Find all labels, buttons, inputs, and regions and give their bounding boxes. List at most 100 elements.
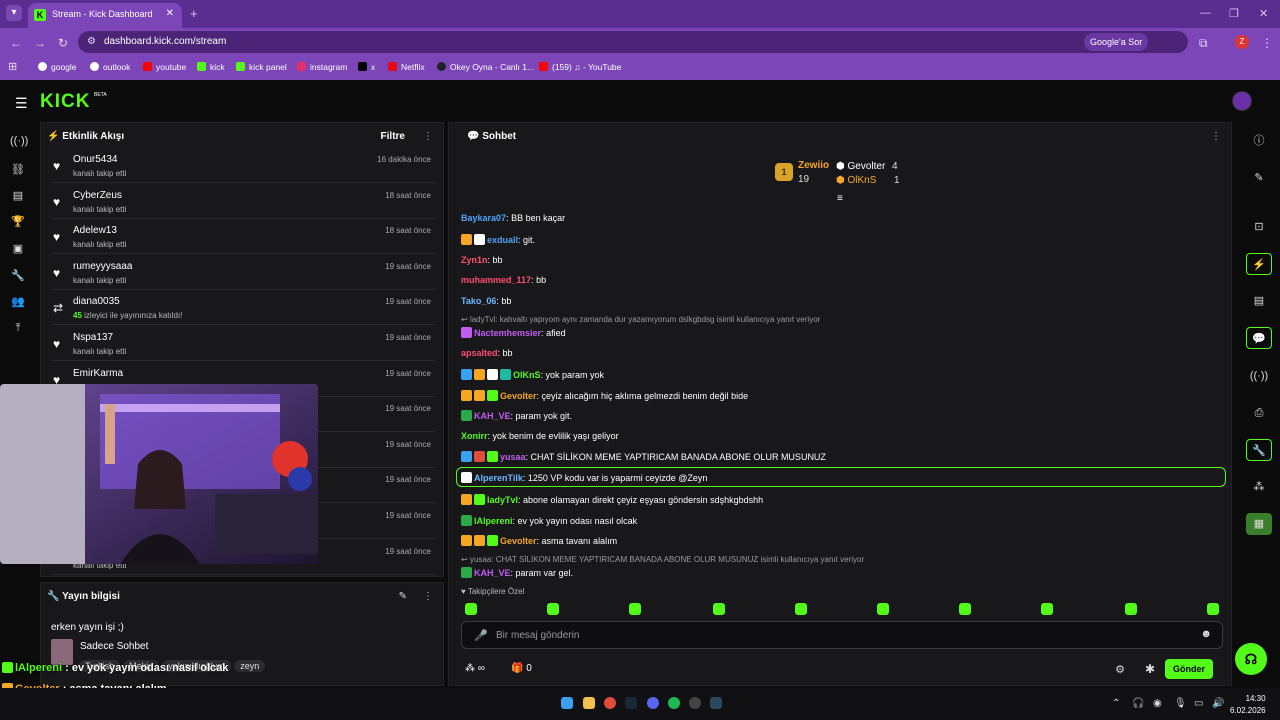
chat-username[interactable]: yusaa [500, 452, 526, 462]
trophy-icon[interactable]: 🏆 [10, 215, 26, 229]
bookmark-okey[interactable]: Okey Oyna - Canlı 1... [437, 62, 534, 72]
chat-message[interactable]: Tako_06: bb [461, 296, 511, 306]
chrome-icon[interactable] [604, 697, 616, 709]
google-sor-button[interactable]: Google'a Sor [1084, 33, 1149, 51]
kick-logo[interactable]: KICK [40, 91, 90, 113]
close-window-button[interactable]: ✕ [1259, 7, 1268, 20]
more-options-icon[interactable]: ⋮ [423, 591, 433, 602]
tab-close-icon[interactable]: ✕ [166, 8, 174, 19]
stream-icon[interactable]: ((·)) [10, 135, 28, 149]
mic-tray-icon[interactable]: 🎙 [1174, 698, 1187, 709]
chat-username[interactable]: apsalted [461, 348, 498, 358]
chat-message[interactable]: OlKnS: yok param yok [461, 369, 604, 380]
forward-icon[interactable]: → [34, 36, 46, 50]
emote-icon[interactable] [1207, 603, 1219, 615]
chat-message[interactable]: KAH_VE: param yok git. [461, 410, 572, 421]
screenshot-icon[interactable]: ⊡ [1246, 216, 1272, 238]
chat-message[interactable]: yusaa: CHAT SİLİKON MEME YAPTIRICAM BANA… [461, 451, 826, 462]
activity-row[interactable]: ♥ Onur5434 kanalı takip etti 16 dakika önce [51, 151, 435, 183]
edit-icon[interactable]: ✎ [399, 591, 407, 602]
extensions-icon[interactable]: ⧉ [1199, 36, 1208, 51]
tray-chevron-icon[interactable]: ⌃ [1112, 698, 1120, 709]
clips-icon[interactable]: ▣ [10, 242, 26, 256]
chat-username[interactable]: muhammed_117 [461, 275, 531, 285]
chat-message[interactable]: Zyn1n: bb [461, 255, 503, 265]
new-tab-button[interactable]: + [190, 6, 198, 21]
chat-message[interactable]: Nactemhemsier: afied [461, 327, 566, 338]
apps-grid-icon[interactable]: ⊞ [8, 60, 17, 73]
pen-icon[interactable]: ✎ [1246, 167, 1272, 189]
more-options-icon[interactable]: ⋮ [423, 131, 433, 142]
activity-row[interactable]: ♥ rumeyyysaaa kanalı takip etti 19 saat önc… [51, 258, 435, 290]
link-icon[interactable]: ⛓ [10, 163, 26, 177]
chat-username[interactable]: Xonirr [461, 431, 488, 441]
chat-username[interactable]: KAH_VE [474, 568, 511, 578]
emote-icon[interactable] [1125, 603, 1137, 615]
filter-button[interactable]: Filtre [381, 131, 405, 142]
chat-message[interactable]: Gevolter: asma tavanı alalım [461, 535, 617, 546]
send-button[interactable]: Gönder [1165, 659, 1213, 679]
clock[interactable]: 14:30 6.02.2026 [1230, 693, 1266, 717]
mod-tools-icon[interactable]: ✱ [1145, 662, 1155, 676]
maximize-button[interactable]: ❐ [1229, 7, 1239, 20]
emote-icon[interactable] [795, 603, 807, 615]
spotify-icon[interactable] [668, 697, 680, 709]
browser-menu-icon[interactable]: ⋮ [1261, 36, 1273, 50]
activity-row[interactable]: ♥ CyberZeus kanalı takip etti 18 saat önce [51, 187, 435, 219]
steam-tray-icon[interactable]: ◉ [1153, 698, 1162, 709]
address-bar[interactable]: ⚙ dashboard.kick.com/stream [78, 31, 1188, 53]
profile-avatar[interactable]: Z [1235, 35, 1249, 49]
chat-username[interactable]: Gevolter [500, 391, 537, 401]
upload-icon[interactable]: ⤒ [10, 322, 26, 336]
browser-tab[interactable]: K Stream - Kick Dashboard ✕ [28, 3, 182, 28]
obs-icon[interactable] [689, 697, 701, 709]
emote-icon[interactable] [547, 603, 559, 615]
chat-message[interactable]: AlperenTilk: 1250 VP kodu var is yaparmi… [461, 472, 707, 483]
printer-icon[interactable]: ⎙ [1246, 402, 1272, 424]
share-icon[interactable]: ⁂ [1246, 476, 1272, 498]
chat-input[interactable] [496, 626, 1176, 644]
channel-points[interactable]: ⁂ ∞ [465, 663, 485, 674]
analytics-icon[interactable]: ▤ [10, 189, 26, 203]
chat-username[interactable]: Zyn1n [461, 255, 488, 265]
chat-username[interactable]: Nactemhemsier [474, 328, 541, 338]
chat-message[interactable]: KAH_VE: param var gel. [461, 567, 573, 578]
wrench-icon[interactable]: 🔧 [10, 269, 26, 283]
bookmark-instagram[interactable]: instagram [297, 62, 347, 72]
info-icon[interactable]: ⓘ [1246, 130, 1272, 152]
minimize-button[interactable]: — [1200, 7, 1211, 19]
users-icon[interactable]: 👥 [10, 295, 26, 309]
tab-search-button[interactable]: ▾ [6, 5, 22, 21]
chat-username[interactable]: Baykara07 [461, 213, 506, 223]
chat-username[interactable]: AlperenTilk [474, 473, 523, 483]
discord-icon[interactable] [647, 697, 659, 709]
tag[interactable]: zeyn [234, 660, 266, 672]
reload-icon[interactable]: ↻ [58, 36, 68, 50]
steam-icon[interactable] [710, 697, 722, 709]
bookmark-kick-panel[interactable]: kick panel [236, 62, 287, 72]
chat-username[interactable]: exduall [487, 235, 518, 245]
chat-message[interactable]: Baykara07: BB ben kaçar [461, 213, 565, 223]
chat-username[interactable]: KAH_VE [474, 411, 511, 421]
help-chat-button[interactable]: ☊ [1235, 643, 1267, 675]
emote-icon[interactable] [877, 603, 889, 615]
document-icon[interactable]: ▤ [1246, 290, 1272, 312]
volume-icon[interactable]: 🔊 [1212, 698, 1224, 709]
chat-icon[interactable]: 💬 [1246, 327, 1272, 349]
network-icon[interactable]: ▭ [1194, 698, 1203, 709]
chat-message[interactable]: Gevolter: çeyiz alıcağım hiç aklıma gelm… [461, 390, 748, 401]
tool-icon[interactable]: 🔧 [1246, 439, 1272, 461]
start-icon[interactable] [561, 697, 573, 709]
collapse-leaderboard-icon[interactable]: ≡ [837, 193, 843, 204]
microphone-icon[interactable]: 🎤 [474, 629, 488, 642]
bookmark-youtube-playlist[interactable]: (159) ♫ - YouTube [539, 62, 621, 72]
emote-icon[interactable] [1041, 603, 1053, 615]
bookmark-x[interactable]: x [358, 62, 375, 72]
emote-icon[interactable] [629, 603, 641, 615]
site-info-icon[interactable]: ⚙ [87, 36, 96, 47]
chat-message[interactable]: Xonirr: yok benim de evlilik yaşı geliyo… [461, 431, 619, 441]
bookmark-outlook[interactable]: outlook [90, 62, 130, 72]
chat-message[interactable]: muhammed_117: bb [461, 275, 546, 285]
headphones-icon[interactable]: 🎧 [1132, 698, 1144, 709]
game-icon[interactable]: ▦ [1246, 513, 1272, 535]
